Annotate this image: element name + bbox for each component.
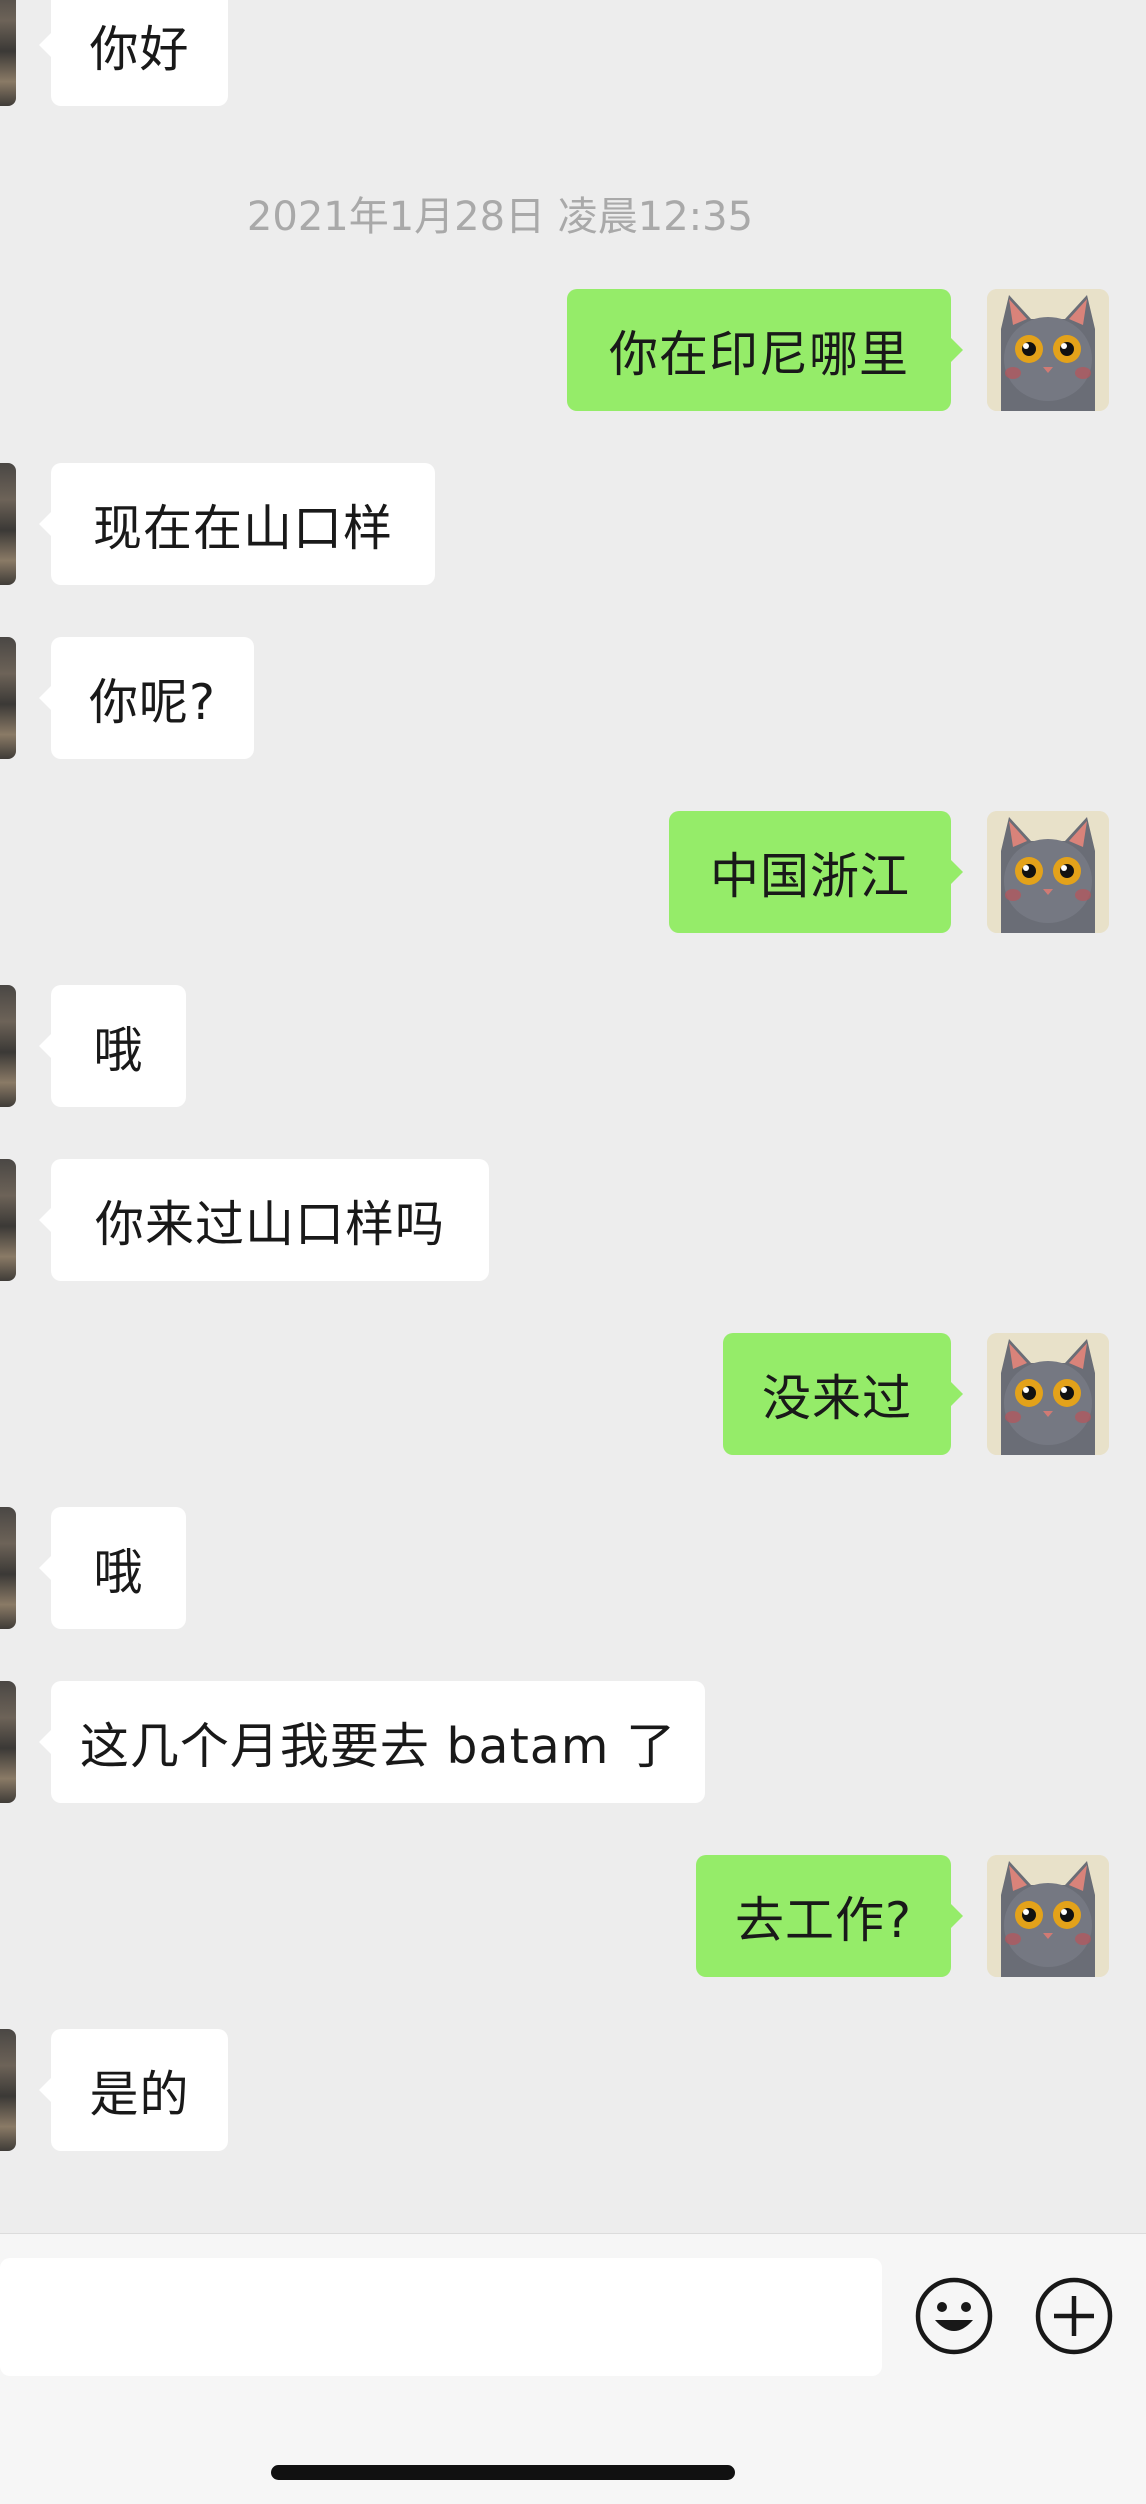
message-row: 去工作? xyxy=(0,1855,1146,1977)
incoming-message-bubble[interactable]: 现在在山口样 xyxy=(39,463,435,585)
message-row: 你来过山口样吗 xyxy=(0,1159,1146,1281)
outgoing-message-bubble[interactable]: 中国浙江 xyxy=(669,811,963,933)
chat-timestamp: 2021年1月28日 凌晨12:35 xyxy=(246,194,754,240)
incoming-message-bubble[interactable]: 哦 xyxy=(39,985,186,1107)
message-row: 是的 xyxy=(0,2029,1146,2151)
message-input-bar xyxy=(0,2233,1146,2504)
smiley-face-icon xyxy=(915,2277,993,2355)
peer-avatar[interactable] xyxy=(0,637,16,759)
message-row: 你好 xyxy=(0,0,1146,106)
peer-avatar[interactable] xyxy=(0,985,16,1107)
my-avatar[interactable] xyxy=(987,289,1109,411)
peer-avatar[interactable] xyxy=(0,2029,16,2151)
peer-avatar[interactable] xyxy=(0,1159,16,1281)
peer-avatar[interactable] xyxy=(0,1507,16,1629)
chat-area[interactable]: 2021年1月28日 凌晨12:35 你好 你在印尼哪里 现在在山口样 你呢? … xyxy=(0,0,1146,2233)
message-row: 哦 xyxy=(0,985,1146,1107)
message-row: 你在印尼哪里 xyxy=(0,289,1146,411)
plus-circle-icon xyxy=(1035,2277,1113,2355)
outgoing-message-bubble[interactable]: 去工作? xyxy=(696,1855,963,1977)
message-row: 你呢? xyxy=(0,637,1146,759)
emoji-button[interactable] xyxy=(914,2276,994,2356)
incoming-message-bubble[interactable]: 是的 xyxy=(39,2029,228,2151)
incoming-message-bubble[interactable]: 你呢? xyxy=(39,637,254,759)
incoming-message-bubble[interactable]: 这几个月我要去 batam 了 xyxy=(39,1681,705,1803)
cat-avatar-icon xyxy=(987,289,1109,411)
peer-avatar[interactable] xyxy=(0,463,16,585)
message-row: 这几个月我要去 batam 了 xyxy=(0,1681,1146,1803)
incoming-message-bubble[interactable]: 你来过山口样吗 xyxy=(39,1159,489,1281)
outgoing-message-bubble[interactable]: 你在印尼哪里 xyxy=(567,289,963,411)
my-avatar[interactable] xyxy=(987,1855,1109,1977)
message-row: 哦 xyxy=(0,1507,1146,1629)
my-avatar[interactable] xyxy=(987,811,1109,933)
message-input[interactable] xyxy=(0,2258,882,2376)
cat-avatar-icon xyxy=(987,811,1109,933)
home-indicator xyxy=(271,2465,735,2480)
message-row: 现在在山口样 xyxy=(0,463,1146,585)
peer-avatar[interactable] xyxy=(0,0,16,106)
peer-avatar[interactable] xyxy=(0,1681,16,1803)
incoming-message-bubble[interactable]: 哦 xyxy=(39,1507,186,1629)
message-row: 没来过 xyxy=(0,1333,1146,1455)
cat-avatar-icon xyxy=(987,1333,1109,1455)
incoming-message-bubble[interactable]: 你好 xyxy=(39,0,228,106)
message-row: 中国浙江 xyxy=(0,811,1146,933)
outgoing-message-bubble[interactable]: 没来过 xyxy=(723,1333,963,1455)
more-options-button[interactable] xyxy=(1034,2276,1114,2356)
my-avatar[interactable] xyxy=(987,1333,1109,1455)
cat-avatar-icon xyxy=(987,1855,1109,1977)
